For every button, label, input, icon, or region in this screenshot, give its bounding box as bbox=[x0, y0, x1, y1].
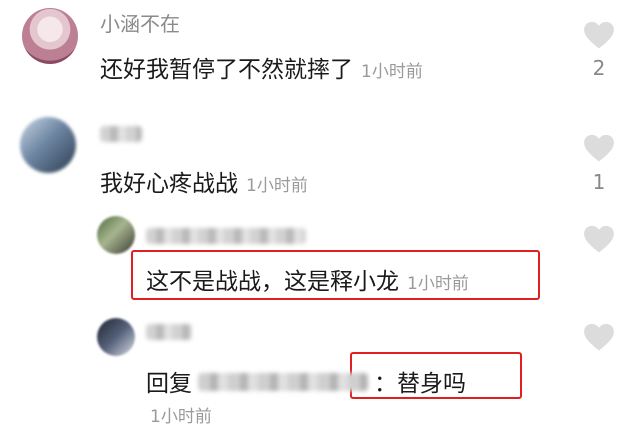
comment-body: 还好我暂停了不然就摔了 1小时前 bbox=[100, 50, 423, 84]
avatar[interactable] bbox=[97, 216, 135, 254]
comment-username[interactable] bbox=[100, 126, 142, 142]
reply-username[interactable] bbox=[146, 228, 306, 244]
heart-icon[interactable] bbox=[582, 320, 616, 354]
reply-text: ：替身吗 bbox=[374, 371, 466, 397]
comment-text: 还好我暂停了不然就摔了 bbox=[100, 57, 353, 83]
reply-body: 回复 ：替身吗 bbox=[146, 364, 466, 398]
reply-username[interactable] bbox=[146, 324, 192, 340]
comment-body: 我好心疼战战 1小时前 bbox=[100, 164, 308, 198]
reply-text: 这不是战战，这是释小龙 bbox=[146, 269, 399, 295]
reply-body: 这不是战战，这是释小龙 1小时前 bbox=[146, 262, 469, 296]
comment-text: 我好心疼战战 bbox=[100, 171, 238, 197]
avatar[interactable] bbox=[22, 8, 78, 64]
like-count: 2 bbox=[592, 56, 606, 80]
heart-icon[interactable] bbox=[582, 222, 616, 256]
comment-time: 1小时前 bbox=[361, 62, 423, 82]
comment-username[interactable]: 小涵不在 bbox=[100, 8, 180, 37]
comment-time: 1小时前 bbox=[246, 176, 308, 196]
heart-icon[interactable] bbox=[582, 131, 616, 165]
heart-icon[interactable] bbox=[582, 18, 616, 52]
reply-prefix: 回复 bbox=[146, 371, 192, 397]
reply-time: 1小时前 bbox=[407, 274, 469, 294]
avatar[interactable] bbox=[97, 318, 135, 356]
like-count: 1 bbox=[592, 170, 606, 194]
reply-time: 1小时前 bbox=[150, 407, 212, 427]
avatar[interactable] bbox=[20, 117, 76, 173]
reply-target-username[interactable] bbox=[198, 373, 368, 391]
